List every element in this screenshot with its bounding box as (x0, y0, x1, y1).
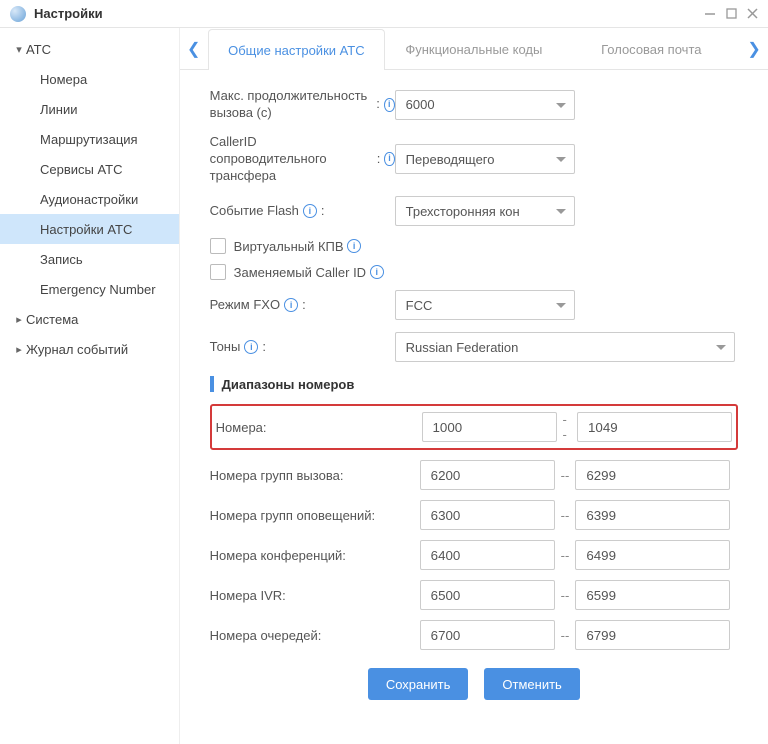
info-icon[interactable]: i (384, 152, 394, 166)
sidebar-item-routing[interactable]: Маршрутизация (0, 124, 179, 154)
label-replace-callerid: Заменяемый Caller ID (234, 265, 366, 280)
tab-scroll-left[interactable]: ❮ (180, 39, 208, 59)
info-icon[interactable]: i (284, 298, 298, 312)
sidebar-item-log[interactable]: ▸ Журнал событий (0, 334, 179, 364)
select-fxo-mode[interactable]: FCC (395, 290, 575, 320)
chevron-right-icon: ▸ (12, 343, 26, 356)
range-row-conferences: Номера конференций: -- (210, 540, 738, 570)
tab-general[interactable]: Общие настройки АТС (208, 29, 385, 70)
range-row-ivr: Номера IVR: -- (210, 580, 738, 610)
input-queues-end[interactable] (575, 620, 730, 650)
input-ivr-start[interactable] (420, 580, 555, 610)
select-tones[interactable]: Russian Federation (395, 332, 735, 362)
label-tones: Тоны i: (210, 339, 395, 356)
sidebar-item-atc-settings[interactable]: Настройки АТС (0, 214, 179, 244)
content-area: ❮ Общие настройки АТС Функциональные код… (180, 28, 768, 744)
action-bar: Сохранить Отменить (210, 668, 738, 700)
label-max-call-duration: Макс. продолжительность вызова (с): i (210, 88, 395, 122)
window-title: Настройки (34, 6, 694, 21)
range-row-notify-groups: Номера групп оповещений: -- (210, 500, 738, 530)
range-row-numbers: Номера: -- (210, 404, 738, 450)
info-icon[interactable]: i (384, 98, 395, 112)
app-icon (10, 6, 26, 22)
cancel-button[interactable]: Отменить (484, 668, 579, 700)
close-button[interactable] (747, 8, 758, 19)
chevron-right-icon: ▸ (12, 313, 26, 326)
input-notifygroups-end[interactable] (575, 500, 730, 530)
info-icon[interactable]: i (244, 340, 258, 354)
input-notifygroups-start[interactable] (420, 500, 555, 530)
input-ivr-end[interactable] (575, 580, 730, 610)
tab-function-codes[interactable]: Функциональные коды (385, 28, 562, 69)
range-row-queues: Номера очередей: -- (210, 620, 738, 650)
label-flash-event: Событие Flash i: (210, 203, 395, 220)
select-flash-event[interactable]: Трехсторонняя кон (395, 196, 575, 226)
sidebar-item-emergency[interactable]: Emergency Number (0, 274, 179, 304)
input-queues-start[interactable] (420, 620, 555, 650)
sidebar-item-system[interactable]: ▸ Система (0, 304, 179, 334)
sidebar-item-numbers[interactable]: Номера (0, 64, 179, 94)
sidebar: ▾ АТС Номера Линии Маршрутизация Сервисы… (0, 28, 180, 744)
section-number-ranges: Диапазоны номеров (210, 376, 738, 392)
input-conferences-end[interactable] (575, 540, 730, 570)
tab-scroll-right[interactable]: ❯ (740, 39, 768, 59)
info-icon[interactable]: i (347, 239, 361, 253)
input-callgroups-start[interactable] (420, 460, 555, 490)
input-conferences-start[interactable] (420, 540, 555, 570)
save-button[interactable]: Сохранить (368, 668, 469, 700)
label-fxo-mode: Режим FXO i: (210, 297, 395, 314)
chevron-down-icon: ▾ (12, 43, 26, 56)
range-row-call-groups: Номера групп вызова: -- (210, 460, 738, 490)
input-callgroups-end[interactable] (575, 460, 730, 490)
sidebar-item-services[interactable]: Сервисы АТС (0, 154, 179, 184)
label-callerid-transfer: CallerID сопроводительного трансфера: i (210, 134, 395, 185)
maximize-button[interactable] (726, 8, 737, 19)
tab-voicemail[interactable]: Голосовая почта (563, 28, 740, 69)
tab-bar: ❮ Общие настройки АТС Функциональные код… (180, 28, 768, 70)
input-numbers-end[interactable] (577, 412, 732, 442)
sidebar-item-recording[interactable]: Запись (0, 244, 179, 274)
minimize-button[interactable] (704, 8, 716, 20)
checkbox-replace-callerid[interactable] (210, 264, 226, 280)
sidebar-item-lines[interactable]: Линии (0, 94, 179, 124)
select-max-call-duration[interactable]: 6000 (395, 90, 575, 120)
checkbox-virtual-kpv[interactable] (210, 238, 226, 254)
sidebar-item-atc[interactable]: ▾ АТС (0, 34, 179, 64)
form-area: Макс. продолжительность вызова (с): i 60… (180, 70, 768, 718)
sidebar-item-audio[interactable]: Аудионастройки (0, 184, 179, 214)
info-icon[interactable]: i (303, 204, 317, 218)
titlebar: Настройки (0, 0, 768, 28)
input-numbers-start[interactable] (422, 412, 557, 442)
info-icon[interactable]: i (370, 265, 384, 279)
select-callerid-transfer[interactable]: Переводящего (395, 144, 575, 174)
sidebar-label: АТС (26, 42, 51, 57)
label-virtual-kpv: Виртуальный КПВ (234, 239, 344, 254)
